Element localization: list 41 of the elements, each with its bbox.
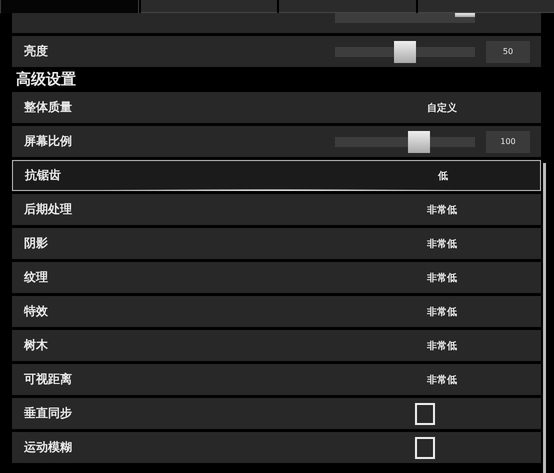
setting-value[interactable]: 低 bbox=[403, 168, 483, 182]
setting-value[interactable]: 非常低 bbox=[402, 202, 482, 216]
setting-label: 可视距离 bbox=[24, 371, 72, 388]
setting-label: 后期处理 bbox=[24, 201, 72, 218]
settings-row[interactable]: 特效 非常低 bbox=[12, 296, 541, 327]
setting-label: 垂直同步 bbox=[24, 405, 72, 422]
slider-track[interactable] bbox=[335, 13, 475, 23]
setting-value[interactable]: 自定义 bbox=[402, 100, 482, 114]
setting-label: 树木 bbox=[24, 337, 48, 354]
setting-label: 特效 bbox=[24, 303, 48, 320]
setting-label: 亮度 bbox=[24, 43, 48, 60]
settings-row[interactable]: 抗锯齿 低 bbox=[12, 160, 541, 191]
settings-row[interactable]: 纹理 非常低 bbox=[12, 262, 541, 293]
settings-row[interactable]: 运动模糊 bbox=[12, 432, 541, 463]
value-box: 50 bbox=[486, 40, 530, 62]
slider-thumb[interactable] bbox=[394, 40, 416, 62]
settings-row[interactable]: 阴影 非常低 bbox=[12, 228, 541, 259]
slider-thumb[interactable] bbox=[408, 130, 430, 152]
slider-thumb[interactable] bbox=[455, 13, 476, 17]
setting-label: 屏幕比例 bbox=[24, 133, 72, 150]
setting-value[interactable]: 非常低 bbox=[402, 270, 482, 284]
setting-value[interactable]: 非常低 bbox=[402, 338, 482, 352]
setting-value[interactable]: 非常低 bbox=[402, 372, 482, 386]
settings-row[interactable]: 可视距离 非常低 bbox=[12, 364, 541, 395]
setting-label: 纹理 bbox=[24, 269, 48, 286]
setting-label: 抗锯齿 bbox=[25, 167, 61, 184]
value-box: 100 bbox=[486, 130, 530, 152]
setting-value[interactable]: 非常低 bbox=[402, 236, 482, 250]
setting-value[interactable]: 非常低 bbox=[402, 304, 482, 318]
settings-row[interactable]: 屏幕比例 100 bbox=[12, 126, 541, 157]
settings-row[interactable]: 亮度 50 bbox=[12, 36, 541, 67]
section-title: 高级设置 bbox=[15, 70, 77, 89]
setting-label: 整体质量 bbox=[24, 99, 72, 116]
settings-row[interactable]: 垂直同步 bbox=[12, 398, 541, 429]
setting-label: 运动模糊 bbox=[24, 439, 72, 456]
settings-row[interactable]: 整体质量 自定义 bbox=[12, 92, 541, 123]
checkbox[interactable] bbox=[415, 402, 435, 424]
checkbox[interactable] bbox=[415, 436, 435, 458]
settings-row[interactable]: 树木 非常低 bbox=[12, 330, 541, 361]
setting-label: 阴影 bbox=[24, 235, 48, 252]
settings-row[interactable]: 后期处理 非常低 bbox=[12, 194, 541, 225]
